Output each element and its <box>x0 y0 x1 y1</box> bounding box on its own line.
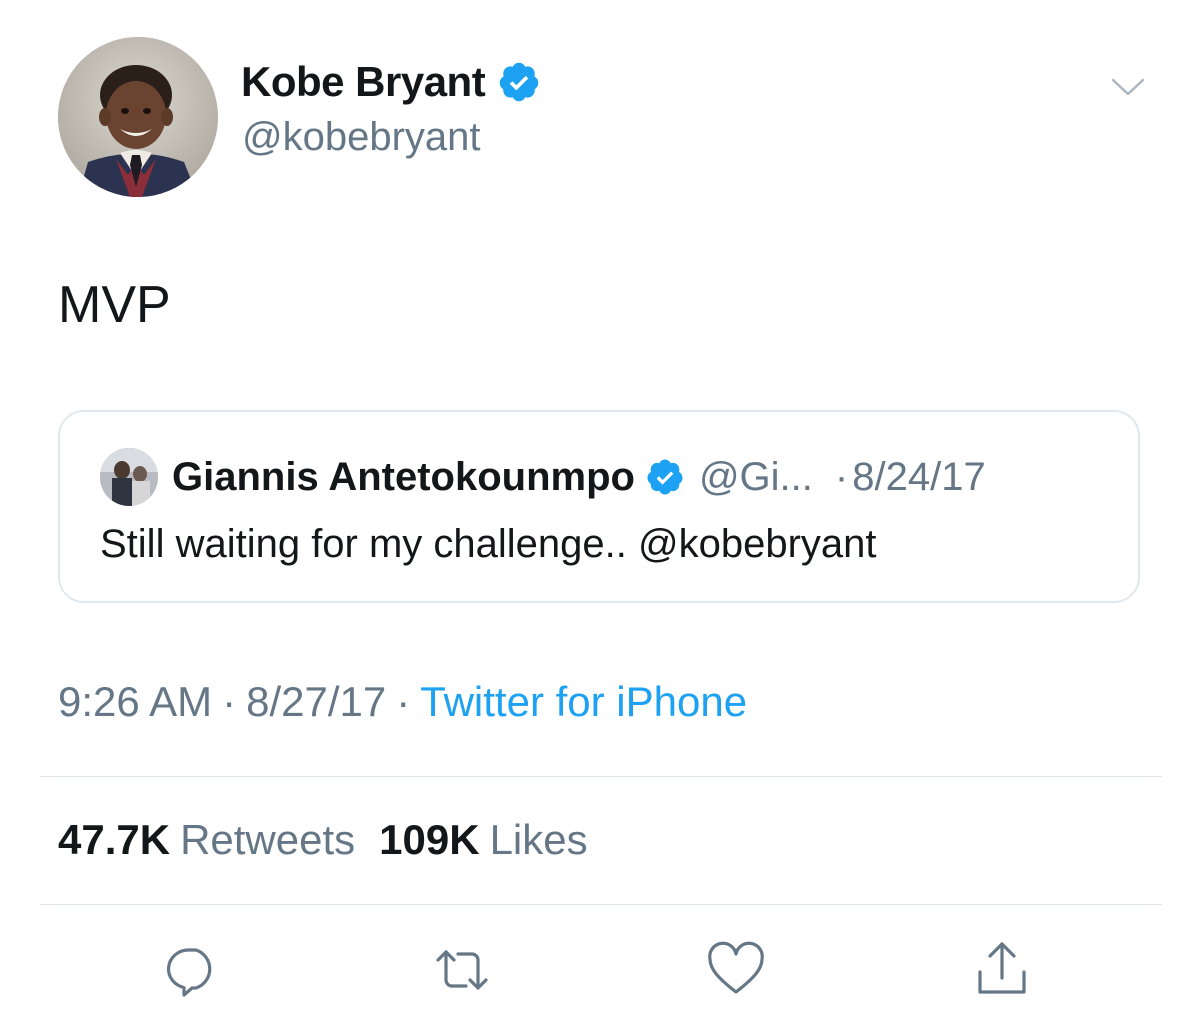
reply-icon[interactable] <box>162 940 222 1000</box>
tweet-stats: 47.7K Retweets 109K Likes <box>58 816 588 864</box>
author-avatar[interactable] <box>58 37 218 197</box>
author-name-text: Kobe Bryant <box>241 58 486 105</box>
chevron-down-icon[interactable] <box>1110 72 1146 100</box>
author-display-name[interactable]: Kobe Bryant <box>241 58 541 106</box>
quoted-separator: · <box>834 454 849 499</box>
tweet-source-link[interactable]: Twitter for iPhone <box>420 678 747 725</box>
share-icon[interactable] <box>972 940 1032 1000</box>
likes-count: 109K <box>379 816 480 863</box>
heart-icon[interactable] <box>706 940 766 1000</box>
quoted-tweet-date: 8/24/17 <box>852 454 986 499</box>
tweet-time: 9:26 AM <box>58 678 213 725</box>
likes-stat[interactable]: 109K Likes <box>379 816 587 863</box>
meta-separator: · <box>396 678 411 725</box>
quoted-author-avatar <box>100 448 158 506</box>
divider <box>40 904 1162 905</box>
likes-label: Likes <box>489 816 588 863</box>
quoted-author-handle: @Gi... <box>698 454 813 499</box>
quoted-tweet-card[interactable]: Giannis Antetokounmpo @Gi... · 8/24/17 S… <box>58 410 1140 603</box>
tweet-date: 8/27/17 <box>246 678 387 725</box>
tweet-text: MVP <box>58 276 171 334</box>
retweet-icon[interactable] <box>432 940 492 1000</box>
retweets-stat[interactable]: 47.7K Retweets <box>58 816 355 863</box>
quoted-author-name: Giannis Antetokounmpo <box>172 454 635 499</box>
verified-badge-icon <box>647 459 683 495</box>
retweets-label: Retweets <box>180 816 356 863</box>
tweet-meta: 9:26 AM · 8/27/17 · Twitter for iPhone <box>58 678 747 726</box>
quoted-tweet-header: Giannis Antetokounmpo @Gi... · 8/24/17 <box>172 448 986 506</box>
verified-badge-icon <box>499 62 539 102</box>
meta-separator: · <box>222 678 237 725</box>
retweets-count: 47.7K <box>58 816 171 863</box>
quoted-tweet-text: Still waiting for my challenge.. @kobebr… <box>100 522 877 566</box>
author-handle[interactable]: @kobebryant <box>242 115 481 160</box>
divider <box>40 776 1162 777</box>
